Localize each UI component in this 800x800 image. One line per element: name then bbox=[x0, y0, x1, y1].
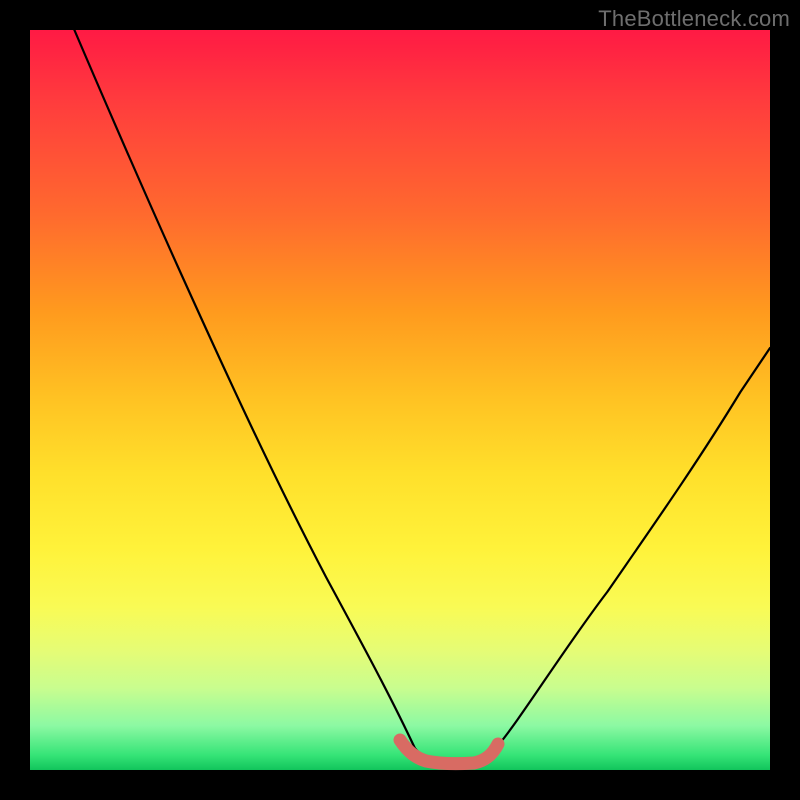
chart-frame: TheBottleneck.com bbox=[0, 0, 800, 800]
watermark-text: TheBottleneck.com bbox=[598, 6, 790, 32]
bottleneck-curve bbox=[74, 30, 770, 764]
curve-layer bbox=[30, 30, 770, 770]
plot-area bbox=[30, 30, 770, 770]
valley-highlight bbox=[400, 740, 498, 764]
